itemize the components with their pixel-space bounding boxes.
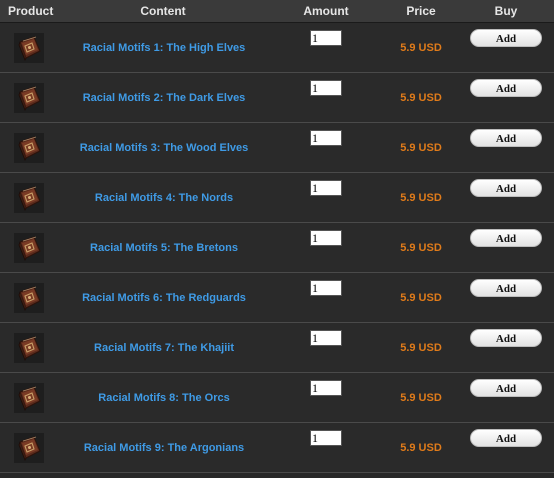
amount-input[interactable] — [310, 130, 342, 146]
add-button[interactable]: Add — [470, 129, 542, 147]
table-body: Racial Motifs 1: The High Elves 5.9 USD … — [0, 23, 554, 473]
amount-input[interactable] — [310, 230, 342, 246]
add-button[interactable]: Add — [470, 179, 542, 197]
add-button[interactable]: Add — [470, 379, 542, 397]
product-cell — [0, 332, 58, 363]
add-button[interactable]: Add — [470, 79, 542, 97]
price-text: 5.9 USD — [400, 341, 442, 354]
header-price: Price — [406, 4, 436, 18]
price-text: 5.9 USD — [400, 441, 442, 454]
book-icon — [14, 332, 44, 363]
amount-cell — [268, 273, 384, 322]
product-cell — [0, 382, 58, 413]
book-icon — [14, 232, 44, 263]
book-icon — [14, 132, 44, 163]
product-name-link[interactable]: Racial Motifs 5: The Bretons — [58, 242, 268, 254]
amount-cell — [268, 223, 384, 272]
product-cell — [0, 282, 58, 313]
table-row: Racial Motifs 2: The Dark Elves 5.9 USD … — [0, 73, 554, 123]
buy-cell: Add — [458, 73, 554, 122]
product-name-link[interactable]: Racial Motifs 7: The Khajiit — [58, 342, 268, 354]
header-buy: Buy — [494, 4, 518, 18]
book-icon — [14, 182, 44, 213]
product-name-link[interactable]: Racial Motifs 4: The Nords — [58, 192, 268, 204]
price-text: 5.9 USD — [400, 91, 442, 104]
amount-cell — [268, 373, 384, 422]
amount-cell — [268, 323, 384, 372]
amount-input[interactable] — [310, 30, 342, 46]
table-row: Racial Motifs 9: The Argonians 5.9 USD A… — [0, 423, 554, 473]
product-cell — [0, 182, 58, 213]
product-name-link[interactable]: Racial Motifs 8: The Orcs — [58, 392, 268, 404]
header-amount: Amount — [303, 4, 349, 18]
amount-cell — [268, 23, 384, 72]
product-cell — [0, 32, 58, 63]
amount-input[interactable] — [310, 430, 342, 446]
header-content: Content — [140, 4, 186, 18]
product-name-link[interactable]: Racial Motifs 6: The Redguards — [58, 292, 268, 304]
price-text: 5.9 USD — [400, 391, 442, 404]
product-cell — [0, 232, 58, 263]
product-name-link[interactable]: Racial Motifs 2: The Dark Elves — [58, 92, 268, 104]
amount-input[interactable] — [310, 180, 342, 196]
price-text: 5.9 USD — [400, 141, 442, 154]
price-text: 5.9 USD — [400, 41, 442, 54]
amount-cell — [268, 123, 384, 172]
book-icon — [14, 32, 44, 63]
amount-input[interactable] — [310, 330, 342, 346]
amount-input[interactable] — [310, 80, 342, 96]
add-button[interactable]: Add — [470, 29, 542, 47]
table-row: Racial Motifs 4: The Nords 5.9 USD Add — [0, 173, 554, 223]
table-row: Racial Motifs 1: The High Elves 5.9 USD … — [0, 23, 554, 73]
buy-cell: Add — [458, 423, 554, 472]
add-button[interactable]: Add — [470, 229, 542, 247]
buy-cell: Add — [458, 123, 554, 172]
price-text: 5.9 USD — [400, 241, 442, 254]
product-cell — [0, 82, 58, 113]
product-table: Product Content Amount Price Buy Racial … — [0, 0, 554, 473]
buy-cell: Add — [458, 173, 554, 222]
header-product: Product — [8, 4, 54, 18]
buy-cell: Add — [458, 23, 554, 72]
amount-input[interactable] — [310, 380, 342, 396]
add-button[interactable]: Add — [470, 329, 542, 347]
table-row: Racial Motifs 6: The Redguards 5.9 USD A… — [0, 273, 554, 323]
price-text: 5.9 USD — [400, 191, 442, 204]
buy-cell: Add — [458, 373, 554, 422]
product-cell — [0, 432, 58, 463]
buy-cell: Add — [458, 273, 554, 322]
table-header: Product Content Amount Price Buy — [0, 0, 554, 23]
book-icon — [14, 382, 44, 413]
add-button[interactable]: Add — [470, 429, 542, 447]
amount-input[interactable] — [310, 280, 342, 296]
product-name-link[interactable]: Racial Motifs 3: The Wood Elves — [58, 142, 268, 154]
add-button[interactable]: Add — [470, 279, 542, 297]
buy-cell: Add — [458, 323, 554, 372]
price-text: 5.9 USD — [400, 291, 442, 304]
table-row: Racial Motifs 3: The Wood Elves 5.9 USD … — [0, 123, 554, 173]
product-name-link[interactable]: Racial Motifs 9: The Argonians — [58, 442, 268, 454]
amount-cell — [268, 423, 384, 472]
book-icon — [14, 432, 44, 463]
product-cell — [0, 132, 58, 163]
book-icon — [14, 82, 44, 113]
amount-cell — [268, 73, 384, 122]
buy-cell: Add — [458, 223, 554, 272]
amount-cell — [268, 173, 384, 222]
product-name-link[interactable]: Racial Motifs 1: The High Elves — [58, 42, 268, 54]
table-row: Racial Motifs 5: The Bretons 5.9 USD Add — [0, 223, 554, 273]
table-row: Racial Motifs 7: The Khajiit 5.9 USD Add — [0, 323, 554, 373]
book-icon — [14, 282, 44, 313]
table-row: Racial Motifs 8: The Orcs 5.9 USD Add — [0, 373, 554, 423]
